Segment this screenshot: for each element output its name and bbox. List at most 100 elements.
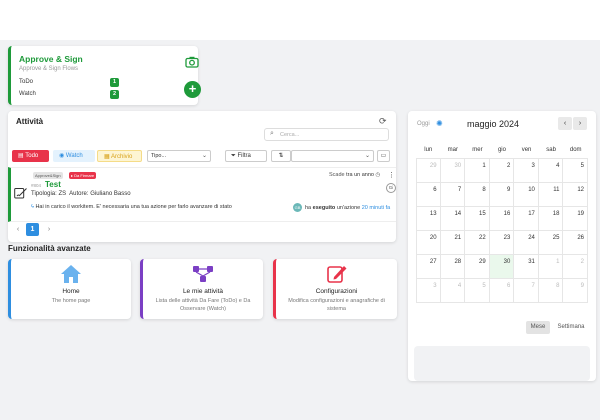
filtra-label: Filtra [237,153,251,159]
tab-archive[interactable]: ▦ Archivio [97,150,142,162]
tab-watch-label: Watch [65,153,83,159]
calendar-day[interactable]: 22 [465,231,490,255]
month-view-button[interactable]: Mese [526,321,550,334]
weekday-header: ven [521,147,532,153]
feature-title: Le mie attività [182,288,224,295]
calendar-day-outside[interactable]: 8 [538,279,564,303]
calendar-day[interactable]: 14 [440,207,466,231]
tab-watch[interactable]: ◉ Watch [53,150,95,162]
calendar-day[interactable]: 10 [514,183,539,207]
approve-sign-subtitle: Approve & Sign Flows [19,66,79,72]
calendar-day-outside[interactable]: 4 [440,279,466,303]
who-prefix: ha [305,205,312,211]
page-1-button[interactable]: 1 [26,223,39,236]
calendar-day[interactable]: 8 [465,183,490,207]
calendar-day[interactable]: 17 [514,207,539,231]
calendar-day[interactable]: 30 [489,255,515,279]
add-button[interactable]: + [184,81,201,98]
calendar-day[interactable]: 21 [440,231,466,255]
camera-icon[interactable] [185,55,199,73]
calendar-day-outside[interactable]: 7 [514,279,539,303]
sort-button[interactable]: ⇅ [271,150,291,162]
calendar-day-outside[interactable]: 30 [440,159,466,183]
calendar-prev-button[interactable]: ‹ [558,117,572,130]
calendar-day-outside[interactable]: 6 [489,279,515,303]
autore-value: Giuliano Basso [90,191,131,197]
status-tag-label: Da Firmare [74,173,95,178]
status-tag: ▸ Da Firmare [69,172,97,179]
item-name[interactable]: Test [45,180,61,189]
today-button[interactable]: Oggi [417,121,430,127]
calendar-details-area [414,346,590,381]
watch-row[interactable]: Watch 2 [19,90,119,99]
calendar-day[interactable]: 23 [489,231,515,255]
calendar-day[interactable]: 20 [416,231,441,255]
page-next-button[interactable]: › [43,223,55,236]
calendar-day[interactable]: 2 [489,159,515,183]
weekday-header: gio [497,147,506,153]
page-prev-button[interactable]: ‹ [12,223,24,236]
calendar-day[interactable]: 4 [538,159,564,183]
eye-icon: ◉ [59,153,65,159]
more-options-icon[interactable]: ⋮ [388,171,395,179]
search-icon: ⌕ [270,130,274,137]
search-placeholder: Cerca... [280,132,300,138]
feature-card-my-activities[interactable]: Le mie attività Lista delle attività Da … [140,259,263,319]
calendar-day[interactable]: 24 [514,231,539,255]
calendar-day[interactable]: 15 [465,207,490,231]
calendar-day[interactable]: 27 [416,255,441,279]
item-meta: Tipologia: ZS Autore: Giuliano Basso [31,191,131,197]
feature-card-configurations[interactable]: Configurazioni Modifica configurazioni e… [273,259,397,319]
calendar-day[interactable]: 9 [489,183,515,207]
filtra-button[interactable]: ⏷ Filtra [225,150,267,162]
week-view-button[interactable]: Settimana [554,321,588,334]
refresh-icon[interactable]: ⟳ [379,116,387,127]
calendar-day[interactable]: 25 [538,231,564,255]
watch-label: Watch [19,91,36,97]
approve-sign-card[interactable]: Approve & Sign Approve & Sign Flows ToDo… [8,46,201,105]
calendar-day[interactable]: 7 [440,183,466,207]
calendar-day[interactable]: 6 [416,183,441,207]
weekday-header: mar [447,147,459,153]
assignee-avatar: Gi [386,183,396,193]
sort-field-select[interactable]: ⌄ [291,150,374,162]
calendar-day-outside[interactable]: 29 [416,159,441,183]
calendar-day-outside[interactable]: 5 [465,279,490,303]
activity-item[interactable]: Approve&Sign ▸ Da Firmare Scade tra un a… [8,167,396,222]
calendar-day[interactable]: 18 [538,207,564,231]
top-bar [0,0,600,40]
calendar-next-button[interactable]: › [573,117,587,130]
signature-icon [14,186,28,204]
feature-card-home[interactable]: Home The home page [8,259,131,319]
calendar-day[interactable]: 16 [489,207,515,231]
calendar-day[interactable]: 11 [538,183,564,207]
calendar-day-outside[interactable]: 9 [563,279,589,303]
autore-label: Autore: [69,191,89,197]
calendar-day[interactable]: 5 [563,159,589,183]
calendar-day[interactable]: 1 [465,159,490,183]
tab-todo[interactable]: ▤ Todo [12,150,49,162]
tipo-select[interactable]: Tipo... ⌄ [147,150,211,162]
tipologia-value: ZS [58,191,67,197]
edit-icon [326,264,348,289]
calendar-day[interactable]: 29 [465,255,490,279]
search-input[interactable]: ⌕ Cerca... [264,128,389,141]
bolt-icon: ϟ [31,204,34,210]
chevron-down-icon: ⌄ [201,153,207,159]
calendar-day[interactable]: 31 [514,255,539,279]
calendar-day-outside[interactable]: 3 [416,279,441,303]
calendar-day[interactable]: 26 [563,231,589,255]
calendar-day[interactable]: 13 [416,207,441,231]
calendar-day-outside[interactable]: 2 [563,255,589,279]
calendar-day-outside[interactable]: 1 [538,255,564,279]
calendar-day[interactable]: 19 [563,207,589,231]
weekday-header: lun [424,147,433,153]
calendar-day[interactable]: 12 [563,183,589,207]
action-time: 20 minuti fa [361,205,391,211]
calendar-day[interactable]: 28 [440,255,466,279]
export-button[interactable]: ▭ [377,150,390,162]
who-suffix: un'azione [336,205,361,211]
todo-row[interactable]: ToDo 1 [19,78,119,87]
item-message: ϟ Hai in carico il workitem. E' necessar… [31,204,232,210]
calendar-day[interactable]: 3 [514,159,539,183]
